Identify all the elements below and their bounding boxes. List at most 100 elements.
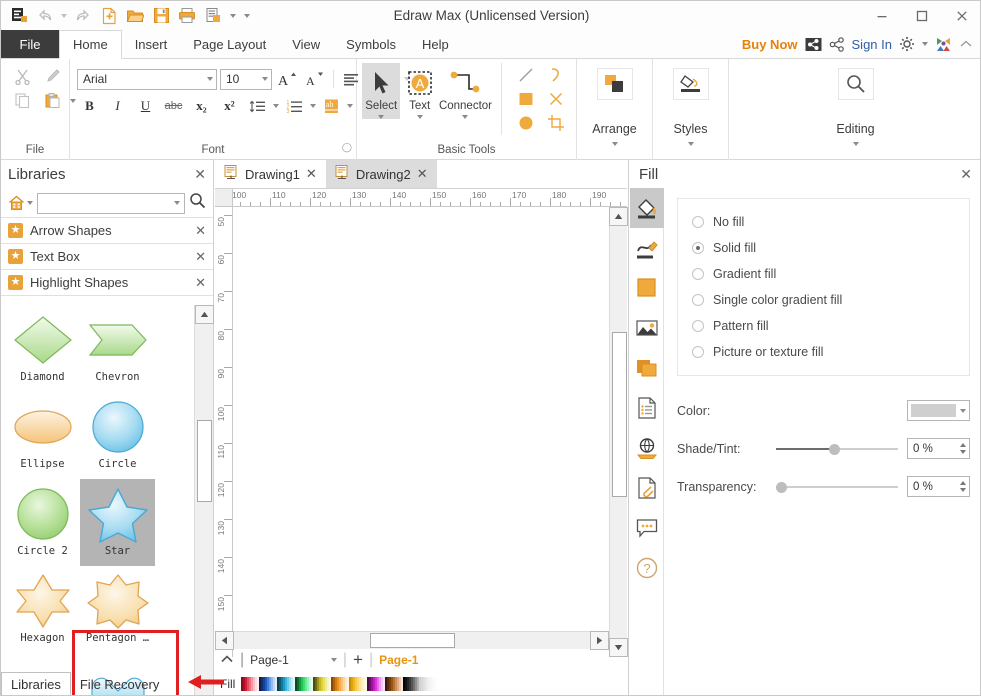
format-painter-icon[interactable]: [40, 66, 64, 87]
page-selector-value[interactable]: Page-1: [250, 653, 289, 667]
editing-button[interactable]: [838, 68, 874, 100]
scrollbar-thumb[interactable]: [197, 420, 212, 502]
fill-option-no-fill[interactable]: No fill: [692, 209, 969, 235]
document-tab-close-icon[interactable]: ✕: [306, 166, 317, 182]
color-swatch[interactable]: [437, 677, 439, 691]
shape-item-hexagon[interactable]: Hexagon: [5, 566, 80, 653]
comment-icon[interactable]: [630, 508, 664, 548]
paste-icon[interactable]: [40, 90, 64, 111]
active-page-tab[interactable]: Page-1: [379, 653, 418, 667]
transparency-slider[interactable]: [776, 478, 898, 496]
fill-option-single-color-gradient-fill[interactable]: Single color gradient fill: [692, 287, 969, 313]
select-tool-button[interactable]: Select: [362, 63, 400, 119]
ellipse-shape-icon[interactable]: [511, 111, 541, 135]
tab-page-layout[interactable]: Page Layout: [180, 30, 279, 58]
bold-button[interactable]: B: [77, 95, 102, 117]
font-size-combo[interactable]: 10: [220, 69, 272, 90]
cut-icon[interactable]: [10, 66, 34, 87]
new-icon[interactable]: [97, 5, 121, 27]
text-tool-dropdown-icon[interactable]: [417, 115, 423, 119]
transparency-spinner[interactable]: 0 %: [907, 476, 970, 497]
gear-dropdown-icon[interactable]: [922, 42, 928, 46]
document-tab-close-icon[interactable]: ✕: [417, 166, 428, 182]
fill-option-gradient-fill[interactable]: Gradient fill: [692, 261, 969, 287]
color-picker-button[interactable]: [907, 400, 970, 421]
scroll-up-button[interactable]: [195, 305, 214, 324]
libraries-close-icon[interactable]: ✕: [194, 166, 206, 183]
canvas-horizontal-scrollbar[interactable]: [215, 631, 609, 649]
library-search-button[interactable]: [189, 192, 206, 214]
close-button[interactable]: [942, 1, 981, 30]
edraw-cloud-icon[interactable]: [935, 36, 952, 53]
library-search-box[interactable]: [37, 193, 185, 214]
text-highlight-dropdown-icon[interactable]: [347, 104, 353, 108]
canvas-scroll-left-button[interactable]: [215, 631, 234, 650]
tab-file-recovery[interactable]: File Recovery: [71, 673, 168, 696]
canvas-vertical-scrollbar[interactable]: [609, 207, 627, 657]
attachment-icon[interactable]: [630, 468, 664, 508]
library-group-text-box[interactable]: ★ Text Box ✕: [1, 243, 213, 270]
shade-tint-spinner[interactable]: 0 %: [907, 438, 970, 459]
numbered-list-icon[interactable]: 123: [282, 95, 307, 117]
tab-help[interactable]: Help: [409, 30, 462, 58]
line-spacing-dropdown-icon[interactable]: [273, 104, 279, 108]
page-selector-dropdown-icon[interactable]: [331, 658, 337, 662]
library-group-close-icon[interactable]: ✕: [195, 275, 206, 291]
editing-dropdown-icon[interactable]: [853, 142, 859, 146]
styles-button[interactable]: [673, 68, 709, 100]
buy-now-button[interactable]: Buy Now: [742, 37, 798, 52]
rectangle-shape-icon[interactable]: [511, 87, 541, 111]
shade-tint-spin-arrows[interactable]: [956, 443, 969, 454]
tab-home[interactable]: Home: [59, 30, 122, 59]
library-group-close-icon[interactable]: ✕: [195, 223, 206, 239]
canvas-scroll-right-button[interactable]: [590, 631, 609, 650]
select-tool-dropdown-icon[interactable]: [378, 115, 384, 119]
fill-icon[interactable]: [630, 188, 664, 228]
drawing-page[interactable]: [233, 207, 608, 657]
copy-icon[interactable]: [10, 90, 34, 111]
maximize-button[interactable]: [902, 1, 942, 30]
libraries-vertical-scrollbar[interactable]: [194, 305, 213, 696]
shade-tint-slider[interactable]: [776, 440, 898, 458]
increase-font-size-icon[interactable]: A: [275, 68, 300, 90]
radio-no-fill[interactable]: [692, 216, 704, 228]
picture-icon[interactable]: [630, 308, 664, 348]
font-family-combo[interactable]: Arial: [77, 69, 217, 90]
redo-icon[interactable]: [71, 5, 95, 27]
strikethrough-button[interactable]: abc: [161, 95, 186, 117]
connector-tool-dropdown-icon[interactable]: [462, 115, 468, 119]
add-page-button[interactable]: +: [353, 653, 363, 667]
arc-shape-icon[interactable]: [541, 63, 571, 87]
shape-item-circle-2[interactable]: Circle 2: [5, 479, 80, 566]
shape-item-chevron[interactable]: Chevron: [80, 305, 155, 392]
customize-qat-icon[interactable]: [240, 5, 254, 27]
superscript-button[interactable]: x²: [217, 95, 242, 117]
share-icon[interactable]: [829, 37, 845, 52]
properties-icon[interactable]: [630, 388, 664, 428]
save-icon[interactable]: [149, 5, 173, 27]
arrange-dropdown-icon[interactable]: [612, 142, 618, 146]
app-logo-icon[interactable]: [7, 5, 31, 27]
transparency-spin-arrows[interactable]: [956, 481, 969, 492]
shape-item-circle[interactable]: Circle: [80, 392, 155, 479]
gear-icon[interactable]: [899, 36, 915, 52]
subscript-button[interactable]: x₂: [189, 95, 214, 117]
tab-symbols[interactable]: Symbols: [333, 30, 409, 58]
fill-panel-close-icon[interactable]: ✕: [960, 166, 972, 183]
shape-item-pentagon[interactable]: Pentagon …: [80, 566, 155, 653]
tab-view[interactable]: View: [279, 30, 333, 58]
tab-insert[interactable]: Insert: [122, 30, 181, 58]
text-highlight-icon[interactable]: ab: [319, 95, 344, 117]
font-dialog-launcher-icon[interactable]: ◯: [342, 137, 352, 157]
library-group-arrow-shapes[interactable]: ★ Arrow Shapes ✕: [1, 217, 213, 244]
radio-solid-fill[interactable]: [692, 242, 704, 254]
document-tab-drawing2[interactable]: Drawing2 ✕: [326, 160, 437, 188]
shape-item-ellipse[interactable]: Ellipse: [5, 392, 80, 479]
print-icon[interactable]: [175, 5, 199, 27]
page-setup-dropdown-icon[interactable]: [227, 5, 238, 27]
undo-icon[interactable]: [33, 5, 57, 27]
radio-pattern-fill[interactable]: [692, 320, 704, 332]
fill-option-picture-or-texture-fill[interactable]: Picture or texture fill: [692, 339, 969, 365]
line-icon[interactable]: [630, 228, 664, 268]
minimize-button[interactable]: [862, 1, 902, 30]
